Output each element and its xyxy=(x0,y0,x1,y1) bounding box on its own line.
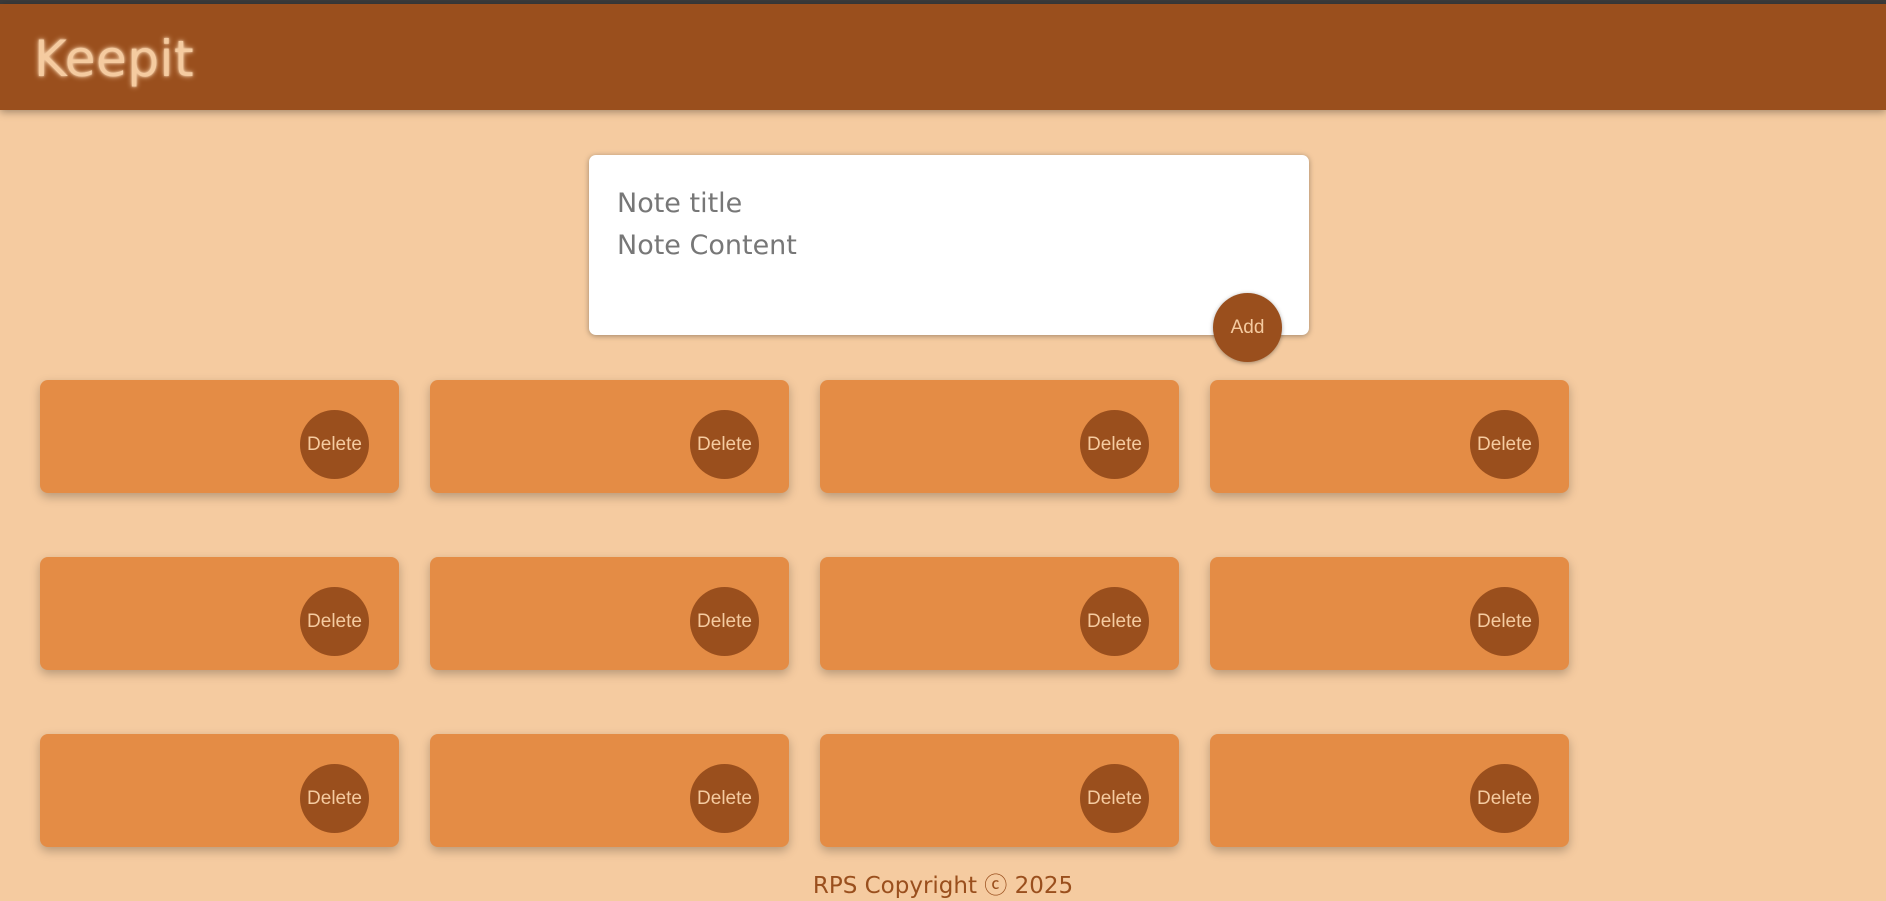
note-card: Delete xyxy=(430,734,789,847)
note-card: Delete xyxy=(430,557,789,670)
app-title: Keepit xyxy=(34,30,195,88)
add-note-button[interactable]: Add xyxy=(1213,293,1282,362)
delete-note-button[interactable]: Delete xyxy=(1470,764,1539,833)
delete-note-button[interactable]: Delete xyxy=(1470,410,1539,479)
note-card: Delete xyxy=(820,557,1179,670)
delete-note-button[interactable]: Delete xyxy=(1080,410,1149,479)
app-header: Keepit xyxy=(0,4,1886,110)
note-card: Delete xyxy=(430,380,789,493)
note-card: Delete xyxy=(40,380,399,493)
delete-note-button[interactable]: Delete xyxy=(1080,764,1149,833)
note-card: Delete xyxy=(1210,380,1569,493)
note-card: Delete xyxy=(1210,734,1569,847)
delete-note-button[interactable]: Delete xyxy=(1470,587,1539,656)
note-card: Delete xyxy=(820,380,1179,493)
note-composer xyxy=(589,155,1309,335)
delete-note-button[interactable]: Delete xyxy=(1080,587,1149,656)
delete-note-button[interactable]: Delete xyxy=(690,587,759,656)
note-content-input[interactable] xyxy=(617,230,1257,275)
delete-note-button[interactable]: Delete xyxy=(300,587,369,656)
delete-note-button[interactable]: Delete xyxy=(300,410,369,479)
note-card: Delete xyxy=(40,557,399,670)
note-title-input[interactable] xyxy=(617,183,1257,223)
note-card: Delete xyxy=(820,734,1179,847)
delete-note-button[interactable]: Delete xyxy=(690,764,759,833)
note-card: Delete xyxy=(40,734,399,847)
note-card: Delete xyxy=(1210,557,1569,670)
delete-note-button[interactable]: Delete xyxy=(300,764,369,833)
delete-note-button[interactable]: Delete xyxy=(690,410,759,479)
footer-copyright: RPS Copyright ⓒ 2025 xyxy=(812,873,1074,899)
